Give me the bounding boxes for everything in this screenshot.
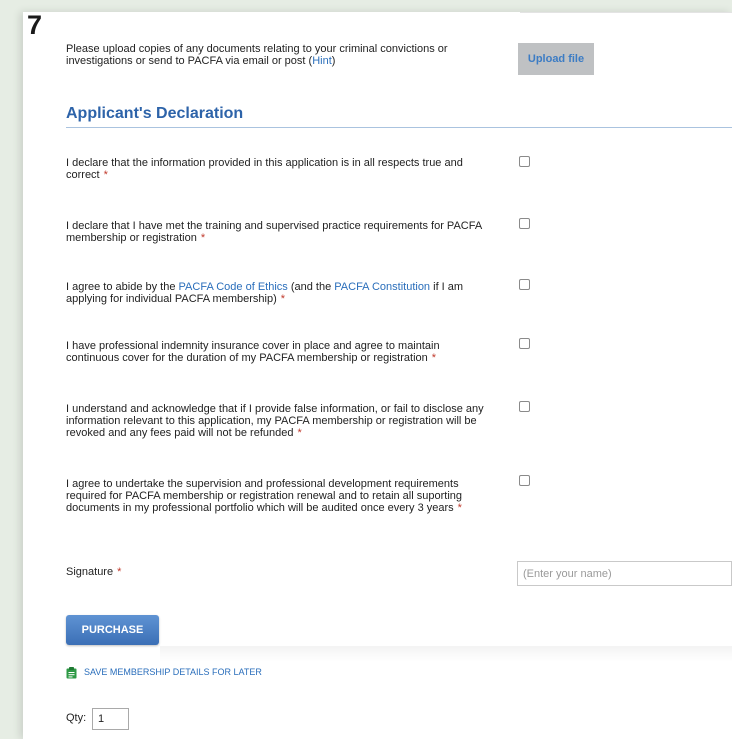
declaration-text-true-and-correct: I declare that the information provided … <box>66 157 486 181</box>
signature-input[interactable] <box>517 561 732 586</box>
signature-label: Signature * <box>66 566 121 578</box>
declaration-label: I have professional indemnity insurance … <box>66 340 440 364</box>
declaration-text-indemnity-insurance: I have professional indemnity insurance … <box>66 340 486 364</box>
declaration-checkbox-code-of-ethics[interactable] <box>519 279 530 290</box>
top-divider <box>520 12 732 13</box>
clipboard-icon <box>66 666 77 679</box>
quantity-label: Qty: <box>66 712 87 724</box>
declaration-checkbox-true-and-correct[interactable] <box>519 156 530 167</box>
save-for-later-link[interactable]: SAVE MEMBERSHIP DETAILS FOR LATER <box>66 666 262 679</box>
required-marker: * <box>457 502 462 514</box>
purchase-button[interactable]: PURCHASE <box>66 615 159 645</box>
declaration-text-professional-development: I agree to undertake the supervision and… <box>66 478 486 514</box>
declaration-checkbox-training[interactable] <box>519 218 530 229</box>
declaration-text-code-of-ethics: I agree to abide by the PACFA Code of Et… <box>66 281 486 305</box>
signature-label-text: Signature <box>66 566 114 578</box>
upload-instructions: Please upload copies of any documents re… <box>66 43 486 67</box>
save-for-later-label: SAVE MEMBERSHIP DETAILS FOR LATER <box>84 667 262 677</box>
declaration-label: (and the <box>287 281 335 293</box>
required-marker: * <box>117 566 122 578</box>
declaration-label: I declare that I have met the training a… <box>66 220 482 244</box>
declaration-checkbox-professional-development[interactable] <box>519 475 530 486</box>
constitution-link[interactable]: PACFA Constitution <box>334 281 430 293</box>
declaration-checkbox-false-information[interactable] <box>519 401 530 412</box>
section-title: Applicant's Declaration <box>66 105 244 122</box>
declaration-text-training: I declare that I have met the training a… <box>66 220 486 244</box>
quantity-input[interactable] <box>92 708 129 730</box>
declaration-checkbox-indemnity-insurance[interactable] <box>519 338 530 349</box>
step-number: 7 <box>27 10 43 40</box>
required-marker: * <box>431 352 437 364</box>
declaration-label: I agree to abide by the <box>66 281 179 293</box>
section-divider <box>66 127 732 128</box>
declaration-text-false-information: I understand and acknowledge that if I p… <box>66 403 486 439</box>
declaration-label: I declare that the information provided … <box>66 157 463 181</box>
upload-instructions-close: ) <box>331 55 336 67</box>
declaration-label: I agree to undertake the supervision and… <box>66 478 462 514</box>
required-marker: * <box>103 169 108 181</box>
upload-file-button[interactable]: Upload file <box>518 43 594 75</box>
code-of-ethics-link[interactable]: PACFA Code of Ethics <box>179 281 288 293</box>
declaration-label: I understand and acknowledge that if I p… <box>66 403 484 439</box>
hint-link[interactable]: Hint <box>312 55 332 67</box>
divider-shadow <box>160 646 732 662</box>
required-marker: * <box>280 293 286 305</box>
required-marker: * <box>200 232 206 244</box>
required-marker: * <box>297 427 302 439</box>
upload-instructions-text: Please upload copies of any documents re… <box>66 43 448 67</box>
